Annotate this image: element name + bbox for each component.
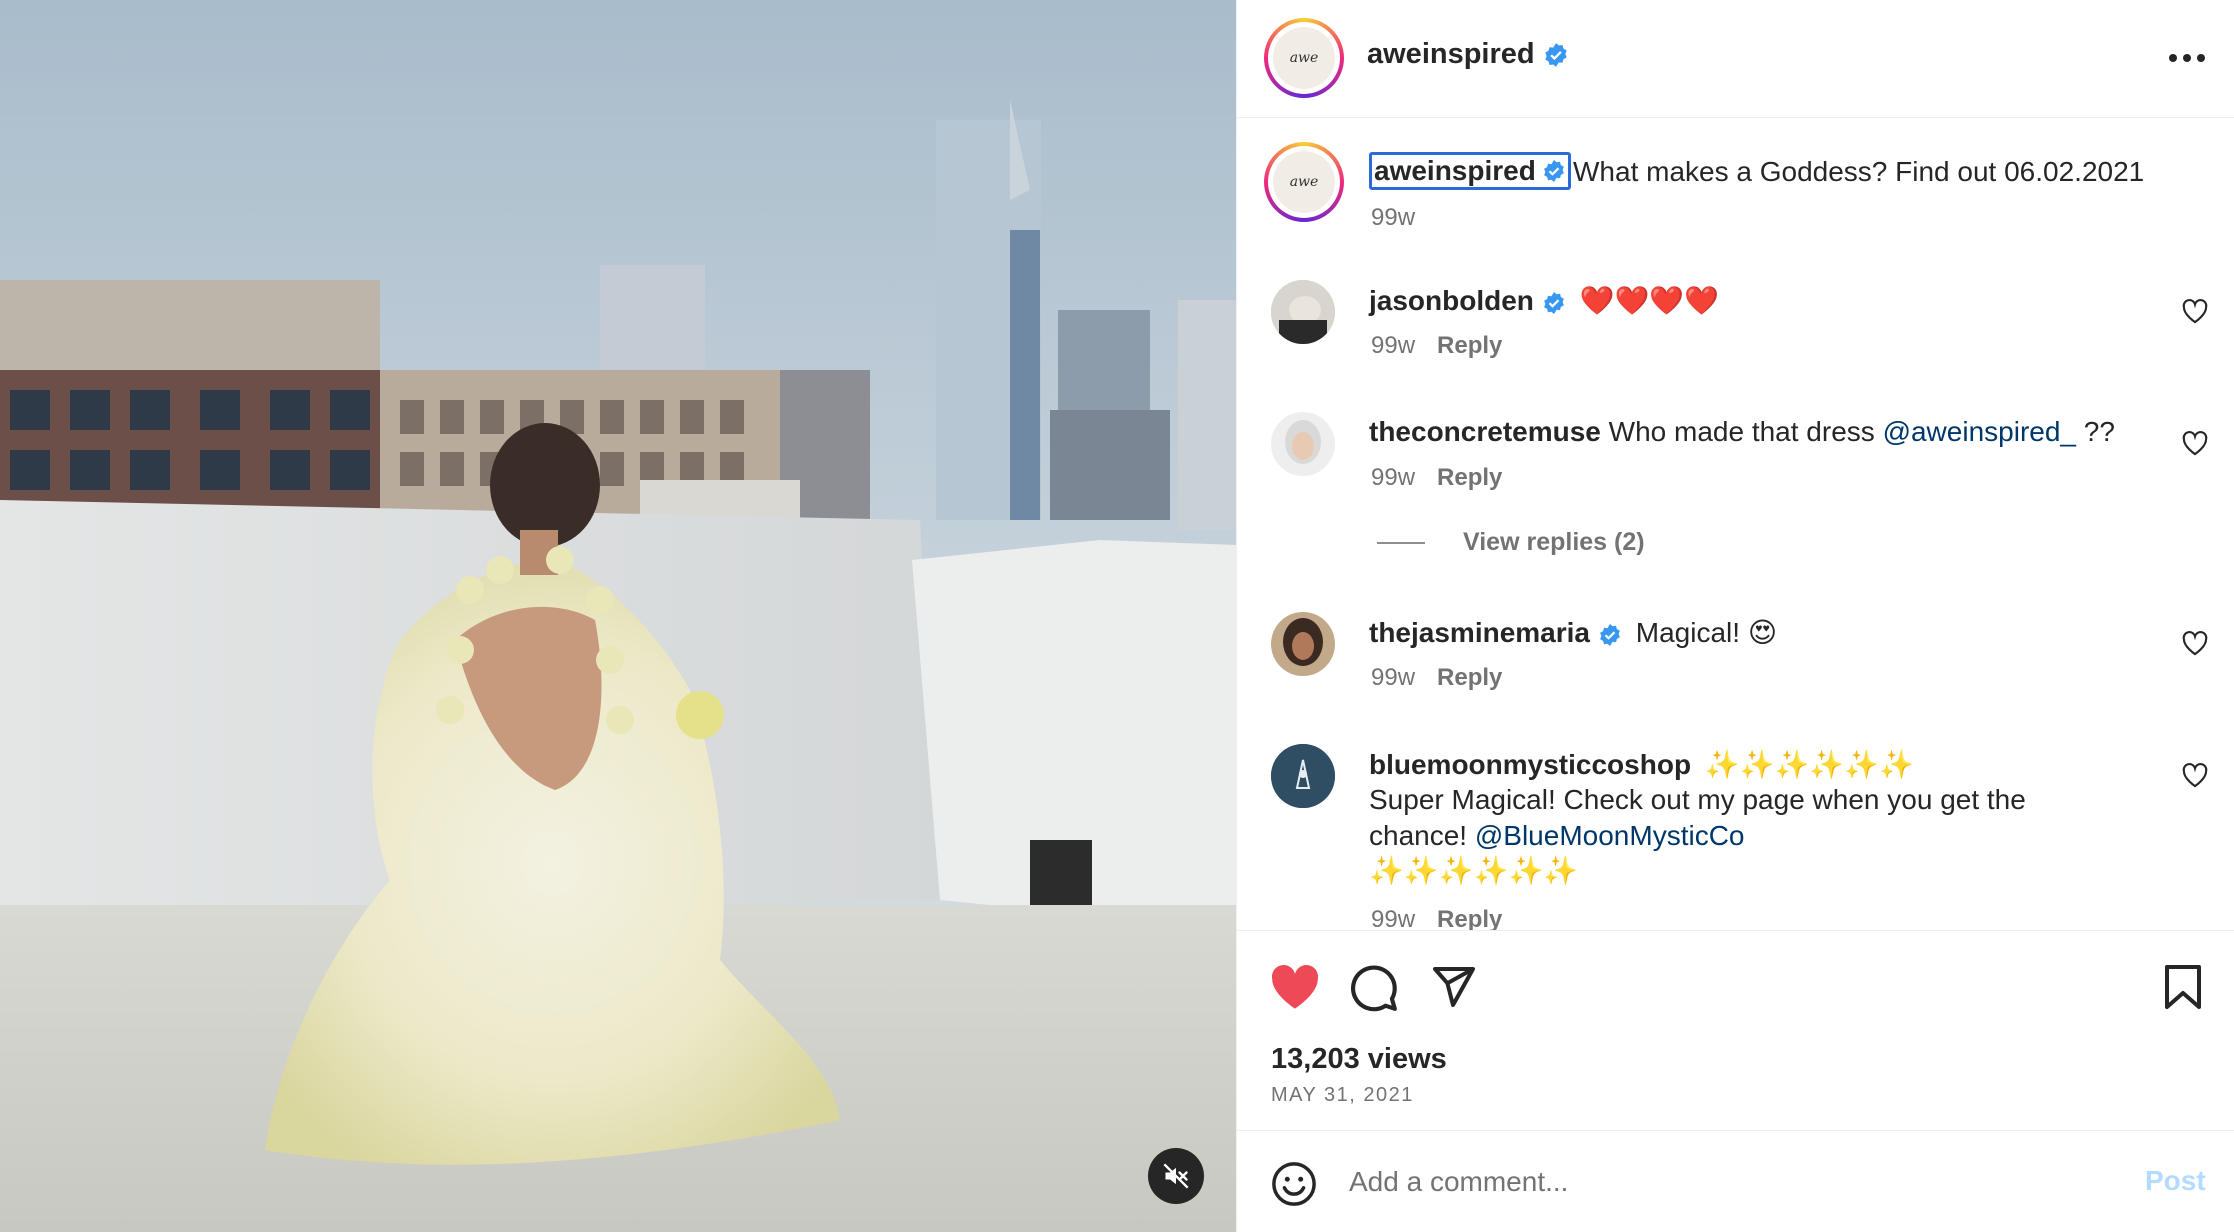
comment-sparkles: ✨✨✨✨✨✨ [1369, 855, 1579, 886]
add-comment-bar: Post [1237, 1130, 2234, 1232]
comment-avatar[interactable] [1271, 412, 1335, 476]
comment-body-line: chance! @BlueMoonMysticCo [1369, 820, 1744, 852]
caption-text: What makes a Goddess? Find out 06.02.202… [1573, 156, 2145, 187]
mute-button[interactable] [1148, 1148, 1204, 1204]
comment-text: ❤️❤️❤️❤️ [1579, 285, 1720, 316]
comment-body: bluemoonmysticcoshop ✨✨✨✨✨✨ [1369, 748, 1914, 781]
author-username-text: aweinspired [1367, 38, 1535, 70]
comment-text: chance! [1369, 820, 1475, 851]
avatar-photo [1271, 280, 1335, 344]
more-options-icon[interactable] [2162, 44, 2212, 72]
verified-badge-icon [1600, 623, 1620, 646]
comment-avatar[interactable] [1271, 744, 1335, 808]
post-comment-button[interactable]: Post [2145, 1165, 2206, 1197]
comment-mention-link[interactable]: @BlueMoonMysticCo [1475, 820, 1745, 851]
avatar-photo [1271, 412, 1335, 476]
heart-filled-icon[interactable] [1269, 963, 1321, 1011]
paper-plane-icon[interactable] [1429, 963, 1477, 1011]
comment-body: theconcretemuse Who made that dress @awe… [1369, 416, 2115, 448]
comment-time: 99w [1371, 332, 1416, 359]
comment-like-icon[interactable] [2181, 298, 2209, 324]
comment-avatar[interactable] [1271, 280, 1335, 344]
post-header: awe aweinspired [1237, 0, 2234, 118]
author-username[interactable]: aweinspired [1367, 38, 1569, 71]
comment-body: jasonbolden ❤️❤️❤️❤️ [1369, 284, 1719, 317]
reply-button[interactable]: Reply [1437, 906, 1502, 930]
comment-username[interactable]: thejasminemaria [1369, 617, 1590, 648]
comment-like-icon[interactable] [2181, 430, 2209, 456]
post-side-panel: awe aweinspired awe aweinspired What mak… [1236, 0, 2234, 1232]
comment-time: 99w [1371, 664, 1416, 691]
caption-time: 99w [1371, 204, 1416, 231]
verified-badge-icon [1543, 160, 1564, 182]
comment-like-icon[interactable] [2181, 630, 2209, 656]
caption-username[interactable]: aweinspired [1369, 152, 1571, 190]
comment-text: Magical! 😍 [1635, 617, 1778, 648]
comment-time: 99w [1371, 906, 1416, 930]
speaker-muted-icon [1163, 1163, 1189, 1189]
comment-meta: 99w Reply [1371, 906, 1502, 930]
verified-badge-icon [1544, 43, 1567, 68]
comment-meta: 99w Reply [1371, 464, 1502, 492]
comment-time: 99w [1371, 464, 1416, 491]
comment-body: thejasminemaria Magical! 😍 [1369, 616, 1777, 649]
avatar-photo [1271, 612, 1335, 676]
view-replies-dash [1377, 541, 1425, 544]
smiley-icon[interactable] [1271, 1161, 1317, 1207]
comment-meta: 99w Reply [1371, 664, 1502, 692]
comment-bubble-icon[interactable] [1349, 963, 1399, 1013]
comment-like-icon[interactable] [2181, 762, 2209, 788]
verified-badge-icon [1544, 291, 1564, 314]
comment-avatar[interactable] [1271, 612, 1335, 676]
comment-input[interactable] [1349, 1159, 2049, 1205]
avatar-logo: awe [1273, 27, 1335, 89]
video-frame [0, 0, 1236, 1232]
avatar-logo: awe [1273, 151, 1335, 213]
comment-text: Super Magical! Check out my page when yo… [1369, 784, 2026, 815]
view-replies-label: View replies (2) [1463, 528, 1645, 556]
comment-text: Who made that dress [1608, 416, 1883, 447]
reply-button[interactable]: Reply [1437, 664, 1502, 691]
view-replies-button[interactable]: View replies (2) [1377, 528, 1645, 557]
comment-text-after: ?? [2075, 416, 2115, 447]
post-actions: 13,203 views MAY 31, 2021 [1237, 930, 2234, 1130]
avatar-logo-icon [1271, 744, 1335, 808]
comment-username[interactable]: bluemoonmysticcoshop [1369, 749, 1691, 780]
author-avatar[interactable]: awe [1264, 18, 1344, 98]
comments-list[interactable]: awe aweinspired What makes a Goddess? Fi… [1237, 118, 2234, 930]
caption-username-text: aweinspired [1374, 155, 1536, 186]
reply-button[interactable]: Reply [1437, 464, 1502, 491]
bookmark-icon[interactable] [2161, 963, 2205, 1011]
post-date: MAY 31, 2021 [1271, 1084, 1414, 1106]
reply-button[interactable]: Reply [1437, 332, 1502, 359]
comment-username[interactable]: jasonbolden [1369, 285, 1534, 316]
caption-avatar[interactable]: awe [1264, 142, 1344, 222]
view-count[interactable]: 13,203 views [1271, 1043, 1447, 1076]
comment-username[interactable]: theconcretemuse [1369, 416, 1601, 447]
post-video[interactable] [0, 0, 1236, 1232]
comment-sparkles: ✨✨✨✨✨✨ [1704, 749, 1915, 780]
comment-mention-link[interactable]: @aweinspired_ [1883, 416, 2076, 447]
comment-meta: 99w Reply [1371, 332, 1502, 360]
